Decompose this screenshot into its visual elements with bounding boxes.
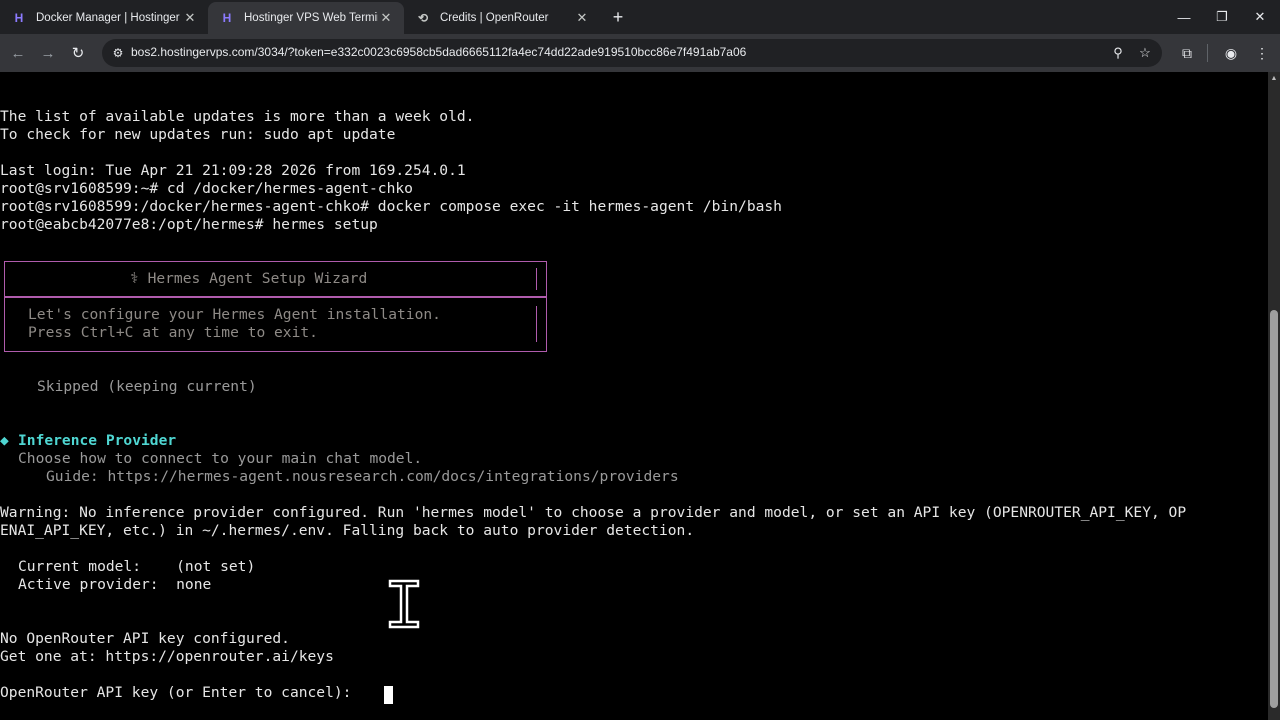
url-text[interactable]: bos2.hostingervps.com/3034/?token=e332c0…	[131, 45, 746, 59]
hostinger-logo-icon: H	[222, 11, 232, 25]
browser-tab-strip: H Docker Manager | Hostinger ✕ H Hosting…	[0, 0, 1280, 34]
scroll-up-arrow-icon[interactable]: ▲	[1270, 75, 1278, 82]
active-provider-line: Active provider: none	[18, 576, 212, 593]
section-title: Inference Provider	[18, 432, 177, 449]
minimize-button[interactable]: —	[1172, 7, 1196, 27]
no-key-line: No OpenRouter API key configured.	[0, 630, 290, 647]
back-arrow-icon[interactable]: ←	[8, 43, 28, 63]
site-info-icon[interactable]: ⚙	[110, 45, 126, 61]
api-key-prompt: OpenRouter API key (or Enter to cancel):	[0, 684, 361, 701]
tab-title: Docker Manager | Hostinger	[36, 12, 180, 24]
address-bar[interactable]: ⚙ bos2.hostingervps.com/3034/?token=e332…	[102, 39, 1162, 67]
wizard-body-line: Press Ctrl+C at any time to exit.	[28, 324, 318, 341]
scrollbar-thumb[interactable]	[1270, 310, 1278, 708]
tab-openrouter-credits[interactable]: ⟲ Credits | OpenRouter ✕	[404, 2, 600, 34]
web-terminal[interactable]: The list of available updates is more th…	[0, 72, 1268, 720]
close-window-button[interactable]: ✕	[1248, 7, 1272, 27]
terminal-line: root@eabcb42077e8:/opt/hermes# hermes se…	[0, 216, 378, 233]
openrouter-logo-icon: ⟲	[417, 11, 429, 25]
close-icon[interactable]: ✕	[574, 10, 590, 26]
get-key-line: Get one at: https://openrouter.ai/keys	[0, 648, 334, 665]
restore-button[interactable]: ❐	[1210, 7, 1234, 27]
wizard-body-line: Let's configure your Hermes Agent instal…	[28, 306, 441, 323]
terminal-line: To check for new updates run: sudo apt u…	[0, 126, 396, 143]
toolbar-divider	[1207, 44, 1208, 62]
skipped-note: Skipped (keeping current)	[37, 378, 257, 395]
browser-toolbar: ← → ↻ ⚙ bos2.hostingervps.com/3034/?toke…	[0, 34, 1280, 72]
terminal-cursor	[384, 686, 393, 704]
tab-web-terminal[interactable]: H Hostinger VPS Web Terminal ✕	[208, 2, 404, 34]
reload-icon[interactable]: ↻	[68, 43, 88, 63]
wizard-box-edge	[536, 306, 537, 342]
terminal-line: root@srv1608599:~# cd /docker/hermes-age…	[0, 180, 413, 197]
terminal-line: The list of available updates is more th…	[0, 108, 475, 125]
close-icon[interactable]: ✕	[378, 10, 394, 26]
tab-docker-manager[interactable]: H Docker Manager | Hostinger ✕	[0, 2, 208, 34]
section-guide: Guide: https://hermes-agent.nousresearch…	[46, 468, 679, 485]
wizard-title: ⚕ Hermes Agent Setup Wizard	[130, 270, 368, 287]
cast-icon[interactable]: ⧉	[1177, 43, 1197, 63]
profile-icon[interactable]: ◉	[1221, 43, 1241, 63]
hostinger-logo-icon: H	[14, 11, 24, 25]
warning-line: ENAI_API_KEY, etc.) in ~/.hermes/.env. F…	[0, 522, 695, 539]
terminal-line: root@srv1608599:/docker/hermes-agent-chk…	[0, 198, 782, 215]
warning-line: Warning: No inference provider configure…	[0, 504, 1187, 521]
terminal-line: Last login: Tue Apr 21 21:09:28 2026 fro…	[0, 162, 466, 179]
close-icon[interactable]: ✕	[182, 10, 198, 26]
bookmark-star-icon[interactable]: ☆	[1137, 45, 1153, 61]
forward-arrow-icon[interactable]: →	[38, 43, 58, 63]
diamond-bullet-icon: ◆	[0, 432, 9, 449]
tab-title: Credits | OpenRouter	[440, 12, 549, 24]
current-model-line: Current model: (not set)	[18, 558, 256, 575]
section-description: Choose how to connect to your main chat …	[18, 450, 423, 467]
new-tab-button[interactable]: +	[608, 7, 628, 27]
menu-kebab-icon[interactable]: ⋮	[1252, 43, 1272, 63]
tab-title: Hostinger VPS Web Terminal	[244, 12, 378, 24]
wizard-box-edge	[536, 268, 537, 290]
zoom-icon[interactable]: ⚲	[1110, 45, 1126, 61]
text-cursor-icon	[388, 579, 420, 629]
